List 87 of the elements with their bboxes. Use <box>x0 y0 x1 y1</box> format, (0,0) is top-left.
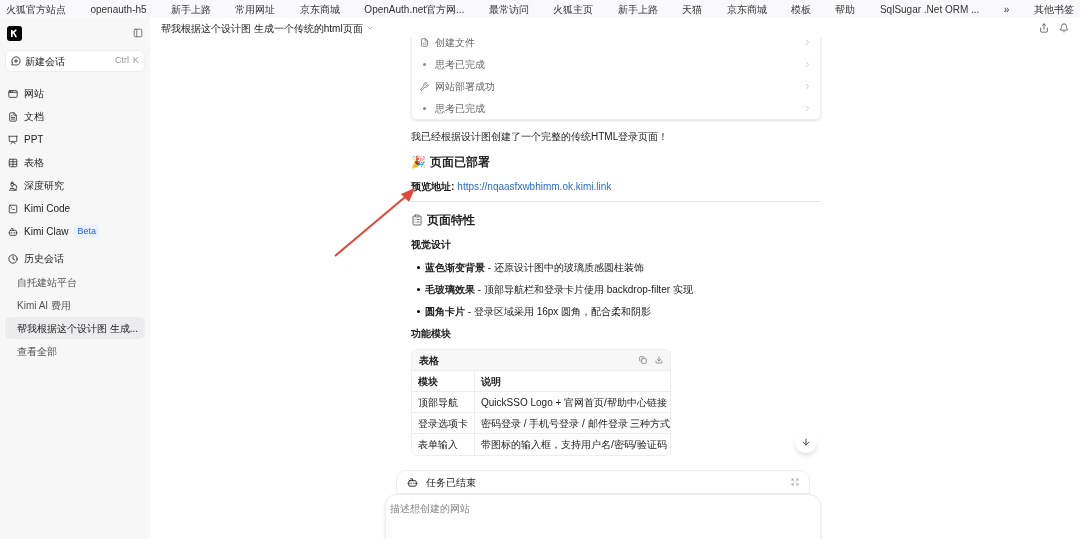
bookmark[interactable]: 最常访问 <box>488 1 529 17</box>
doc-icon <box>8 111 18 122</box>
panel-toggle-icon[interactable] <box>133 28 143 38</box>
table-cell: 带图标的输入框，支持用户名/密码/验证码 <box>474 433 670 455</box>
chevron-icon <box>803 103 812 113</box>
bookmark[interactable]: OpenAuth.net官方网... <box>364 1 465 17</box>
bookmark[interactable]: 火狐主页 <box>553 1 594 17</box>
step-row[interactable]: 网站部署成功 <box>420 75 812 97</box>
expand-icon[interactable] <box>791 478 799 486</box>
step-row[interactable]: 思考已完成 <box>420 97 812 119</box>
shortcut-key: K <box>133 54 139 68</box>
table-cell: 表单输入 <box>412 433 475 455</box>
bookmark[interactable]: 新手上路 <box>617 1 658 17</box>
sheet-icon <box>8 157 18 168</box>
chevron-icon <box>803 81 812 91</box>
history-heading: 历史会话 <box>24 252 64 266</box>
arrow-down-icon <box>801 437 811 447</box>
new-chat-button[interactable]: 新建会话 Ctrl K <box>5 50 145 72</box>
bookmark[interactable]: 火狐官方站点 <box>6 1 66 17</box>
table-cell: 顶部导航 <box>412 391 475 413</box>
bullet-icon <box>417 266 420 269</box>
bookmark[interactable]: 模板 <box>791 1 812 17</box>
logo-icon[interactable] <box>7 25 22 41</box>
share-icon[interactable] <box>1039 23 1049 33</box>
bullet-icon <box>417 310 420 313</box>
column-header: 模块 <box>412 370 475 392</box>
web-icon <box>8 88 18 99</box>
caret-icon <box>365 24 374 32</box>
column-header: 说明 <box>474 370 670 392</box>
bookmark[interactable]: 其他书签 <box>1033 1 1074 17</box>
bookmark[interactable]: 天猫 <box>682 1 703 17</box>
sidebar-item[interactable]: 表格 <box>5 151 145 174</box>
clipboard-icon <box>411 214 423 226</box>
new-chat-icon <box>11 56 21 66</box>
step-row[interactable]: 思考已完成 <box>420 53 812 75</box>
copy-icon[interactable] <box>639 356 647 364</box>
history-item[interactable]: 自托建站平台 <box>5 271 145 293</box>
bullet-text: 圆角卡片 - 登录区域采用 16px 圆角，配合柔和阴影 <box>425 305 652 319</box>
bookmark[interactable]: 常用网址 <box>235 1 276 17</box>
bookmark[interactable]: » <box>1003 1 1010 17</box>
file-icon <box>420 38 429 47</box>
research-icon <box>8 180 18 191</box>
chat-title[interactable]: 帮我根据这个设计图 生成一个传统的html页面 <box>161 20 374 36</box>
table-cell: 登录选项卡 <box>412 412 475 434</box>
status-text: 任务已结束 <box>426 475 477 490</box>
beta-badge: Beta <box>74 224 99 239</box>
chevron-icon <box>803 59 812 69</box>
chevron-icon <box>803 38 812 47</box>
sidebar-item[interactable]: 网站 <box>5 82 145 105</box>
party-icon: 🎉 <box>411 153 426 171</box>
history-item[interactable]: Kimi AI 费用 <box>5 294 145 316</box>
bookmark[interactable]: 京东商城 <box>726 1 767 17</box>
bookmark[interactable]: SqlSugar .Net ORM ... <box>879 1 980 17</box>
bullet-icon <box>417 288 420 291</box>
preview-link[interactable]: https://nqaasfxwbhimm.ok.kimi.link <box>457 179 612 194</box>
bookmark[interactable]: 新手上路 <box>171 1 212 17</box>
wrench-icon <box>420 81 429 91</box>
bookmark[interactable]: 帮助 <box>835 1 856 17</box>
section-heading: 页面特性 <box>427 212 475 229</box>
section-heading: 页面已部署 <box>430 154 490 171</box>
history-item[interactable]: 帮我根据这个设计图 生成... <box>5 317 145 339</box>
shortcut-key: Ctrl <box>115 54 129 68</box>
sidebar-item[interactable]: 文档 <box>5 105 145 128</box>
download-icon[interactable] <box>655 356 663 364</box>
table-cell: 密码登录 / 手机号登录 / 邮件登录 三种方式 <box>474 412 670 434</box>
subsection-heading: 视觉设计 <box>411 238 452 252</box>
scroll-down-button[interactable] <box>795 431 817 453</box>
bookmark[interactable]: 京东商城 <box>299 1 340 17</box>
code-icon <box>8 203 18 214</box>
preview-label: 预览地址: <box>411 180 455 194</box>
robot-icon <box>407 476 418 488</box>
sidebar-item[interactable]: Kimi Claw Beta <box>5 220 145 243</box>
bookmark[interactable]: openauth-h5 <box>90 1 147 17</box>
view-all-link[interactable]: 查看全部 <box>5 340 145 362</box>
table-title: 表格 <box>419 353 439 368</box>
subsection-heading: 功能模块 <box>411 327 452 341</box>
notification-icon[interactable] <box>1059 23 1069 33</box>
intro-text: 我已经根据设计图创建了一个完整的传统HTML登录页面！ <box>411 130 670 144</box>
bullet-text: 毛玻璃效果 - 顶部导航栏和登录卡片使用 backdrop-filter 实现 <box>425 283 693 297</box>
table-cell: QuickSSO Logo + 官网首页/帮助中心链接 <box>474 391 670 413</box>
history-icon <box>8 253 18 264</box>
sidebar-item[interactable]: PPT <box>5 128 145 151</box>
message-input[interactable]: 描述想创建的网站 <box>385 494 821 539</box>
bullet-text: 蓝色渐变背景 - 还原设计图中的玻璃质感圆柱装饰 <box>425 261 644 275</box>
sidebar-item[interactable]: 深度研究 <box>5 174 145 197</box>
ppt-icon <box>8 134 18 145</box>
sidebar-item[interactable]: Kimi Code <box>5 197 145 220</box>
